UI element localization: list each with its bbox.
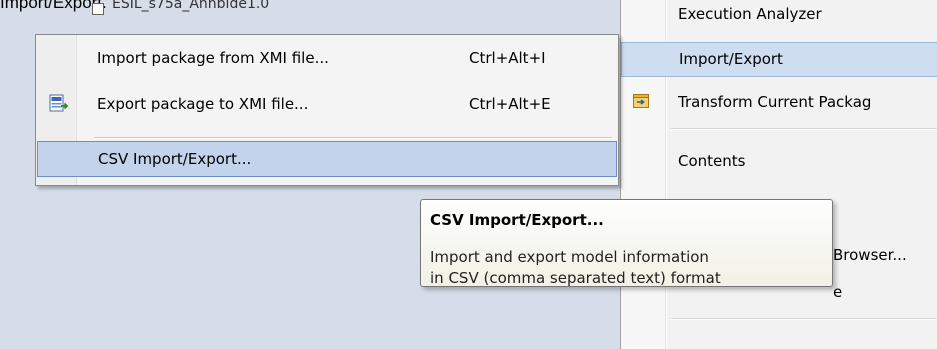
menu-item-import-export[interactable]: Import/Export <box>621 42 937 77</box>
menu-item-import-xmi[interactable]: Import package from XMI file... Ctrl+Alt… <box>37 42 617 76</box>
menu-item-transform-current-package[interactable]: Transform Current Packag <box>621 86 937 120</box>
menu-item-shortcut: Ctrl+Alt+E <box>469 95 551 113</box>
tooltip-body: Import and export model information in C… <box>430 247 830 289</box>
menu-separator <box>671 128 937 130</box>
menu-item-label: Import package from XMI file... <box>97 49 329 67</box>
menu-item-shortcut: Ctrl+Alt+I <box>469 49 546 67</box>
menu-item-label: Browser... <box>833 246 907 264</box>
caption-text: Import/Export. <box>0 0 107 12</box>
menu-separator <box>671 318 937 320</box>
xmi-export-icon <box>49 94 69 114</box>
menu-item-execution-analyzer[interactable]: Execution Analyzer <box>621 0 937 32</box>
menu-item-label: Contents <box>678 152 746 170</box>
menu-item-label: Export package to XMI file... <box>97 95 309 113</box>
tooltip-body-line: in CSV (comma separated text) format <box>430 269 721 287</box>
menu-separator <box>94 137 612 139</box>
context-menu: Execution Analyzer Import/Export Transfo… <box>620 0 937 349</box>
import-export-submenu: Import package from XMI file... Ctrl+Alt… <box>35 34 619 186</box>
menu-item-csv-import-export[interactable]: CSV Import/Export... <box>37 141 617 177</box>
menu-item-label: CSV Import/Export... <box>98 150 252 168</box>
tooltip-title: CSV Import/Export... <box>430 211 604 229</box>
menu-item-label: Transform Current Packag <box>678 93 872 111</box>
menu-item-contents[interactable]: Contents <box>621 145 937 179</box>
tree-item-label: ESIL_s75a_Annbide1.0 <box>112 0 270 12</box>
tooltip: CSV Import/Export... Import and export m… <box>420 199 833 287</box>
menu-item-label: Import/Export <box>679 50 783 68</box>
menu-item-export-xmi[interactable]: Export package to XMI file... Ctrl+Alt+E <box>37 88 617 122</box>
transform-icon <box>633 94 649 108</box>
package-icon <box>92 3 104 15</box>
tooltip-body-line: Import and export model information <box>430 248 709 266</box>
menu-item-label: e <box>833 283 843 301</box>
menu-item-label: Execution Analyzer <box>678 5 822 23</box>
tree-item[interactable]: ESIL_s75a_Annbide1.0 <box>92 0 269 16</box>
